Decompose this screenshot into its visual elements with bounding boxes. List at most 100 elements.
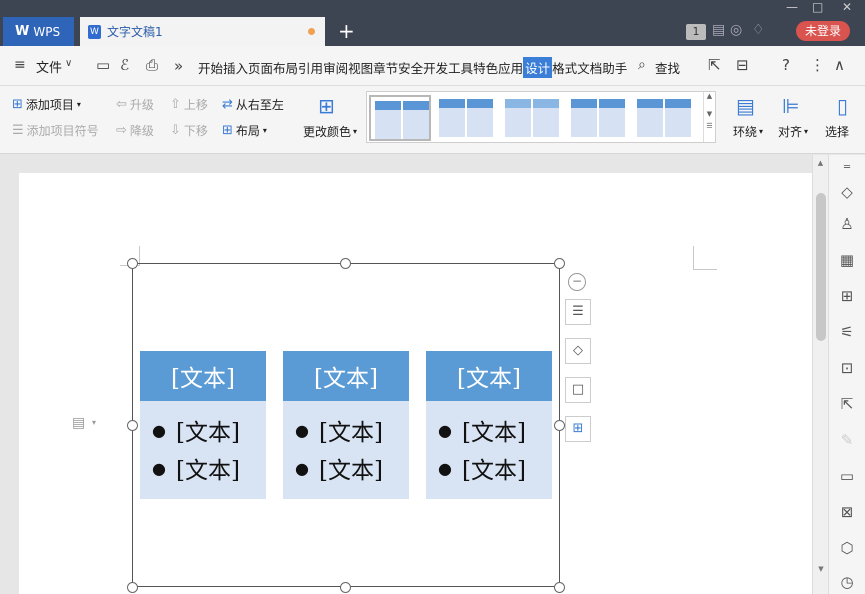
gallery-expand-icon[interactable]: ☰ bbox=[704, 122, 715, 130]
minimize-icon[interactable]: — bbox=[786, 0, 798, 14]
smartart-column[interactable]: [文本] ● [文本] ● [文本] bbox=[426, 351, 552, 499]
list-item[interactable]: ● [文本] bbox=[438, 449, 552, 487]
menu-item-features[interactable]: 特色应用 bbox=[473, 58, 523, 78]
close-icon[interactable]: ✕ bbox=[842, 0, 852, 14]
right-to-left-button[interactable]: ⇄ 从右至左 bbox=[222, 96, 284, 113]
more-chevron-icon[interactable]: » bbox=[174, 57, 183, 75]
resize-handle-sw[interactable] bbox=[127, 582, 138, 593]
style-thumb-2[interactable] bbox=[435, 95, 497, 141]
archive-icon[interactable]: ▭ bbox=[838, 467, 856, 485]
smartart-header[interactable]: [文本] bbox=[426, 351, 552, 401]
resize-handle-ne[interactable] bbox=[554, 258, 565, 269]
gallery-scrollbar[interactable]: ▲ ▼ ☰ bbox=[703, 92, 715, 142]
new-tab-button[interactable]: + bbox=[338, 20, 355, 42]
menu-item-doc-assistant[interactable]: 文档助手 bbox=[577, 58, 627, 78]
style-thumb-1[interactable] bbox=[369, 95, 431, 141]
list-item[interactable]: ● [文本] bbox=[295, 449, 409, 487]
list-icon[interactable]: ▤ bbox=[712, 22, 725, 38]
menu-item-chapter[interactable]: 章节 bbox=[373, 58, 398, 78]
menu-item-references[interactable]: 引用 bbox=[298, 58, 323, 78]
change-color-button[interactable]: 更改颜色 ▾ bbox=[303, 123, 357, 140]
style-thumb-5[interactable] bbox=[633, 95, 695, 141]
resize-handle-n[interactable] bbox=[340, 258, 351, 269]
shape-outline-icon[interactable]: □ bbox=[565, 377, 591, 403]
smartart-header[interactable]: [文本] bbox=[140, 351, 266, 401]
smartart-column[interactable]: [文本] ● [文本] ● [文本] bbox=[283, 351, 409, 499]
shield-icon[interactable]: ⬡ bbox=[838, 539, 856, 557]
smartart-layout-icon[interactable]: ⊞ bbox=[565, 416, 591, 442]
comment-icon[interactable]: ⊟ bbox=[736, 56, 749, 74]
tshirt-icon[interactable]: ♢ bbox=[752, 22, 765, 38]
search-icon[interactable]: ⌕ bbox=[638, 57, 646, 73]
image-library-icon[interactable]: ⊡ bbox=[838, 359, 856, 377]
scroll-down-icon[interactable]: ▼ bbox=[813, 565, 829, 573]
scroll-thumb[interactable] bbox=[816, 193, 826, 341]
select-button[interactable]: 选择 bbox=[825, 123, 849, 140]
maximize-icon[interactable]: □ bbox=[812, 0, 823, 14]
settings-sliders-icon[interactable]: ⚟ bbox=[838, 323, 856, 341]
picture-icon[interactable]: ⊠ bbox=[838, 503, 856, 521]
share-icon[interactable]: ⇱ bbox=[708, 56, 721, 74]
login-button[interactable]: 未登录 bbox=[796, 21, 850, 41]
menu-item-security[interactable]: 安全 bbox=[398, 58, 423, 78]
print-icon[interactable]: ⎙ bbox=[146, 56, 158, 74]
smartart-body[interactable]: ● [文本] ● [文本] bbox=[283, 401, 409, 499]
list-item[interactable]: ● [文本] bbox=[438, 411, 552, 449]
change-color-icon[interactable]: ⊞ bbox=[318, 94, 335, 118]
smartart-body[interactable]: ● [文本] ● [文本] bbox=[140, 401, 266, 499]
more-icon[interactable]: ⋮ bbox=[810, 56, 825, 74]
skin-icon[interactable]: ◎ bbox=[730, 22, 742, 38]
add-item-button[interactable]: ⊞ 添加项目 ▾ bbox=[12, 96, 81, 113]
export-icon[interactable]: ⇱ bbox=[838, 395, 856, 413]
find-button[interactable]: 查找 bbox=[655, 58, 680, 77]
resize-handle-se[interactable] bbox=[554, 582, 565, 593]
history-icon[interactable]: ◷ bbox=[838, 573, 856, 591]
page-counter-badge[interactable]: 1 bbox=[686, 24, 706, 40]
file-menu[interactable]: 文件 bbox=[36, 57, 62, 76]
gallery-scroll-down-icon[interactable]: ▼ bbox=[704, 110, 715, 118]
list-item[interactable]: ● [文本] bbox=[295, 411, 409, 449]
resize-handle-nw[interactable] bbox=[127, 258, 138, 269]
scroll-up-icon[interactable]: ▲ bbox=[813, 159, 828, 167]
plugin-icon[interactable]: ✎ bbox=[838, 431, 856, 449]
wrap-button[interactable]: 环绕 ▾ bbox=[733, 123, 763, 140]
menu-item-page-layout[interactable]: 页面布局 bbox=[248, 58, 298, 78]
resize-handle-e[interactable] bbox=[554, 420, 565, 431]
shape-fill-icon[interactable]: ◇ bbox=[565, 338, 591, 364]
styles-icon[interactable]: ♙ bbox=[838, 215, 856, 233]
document-tab[interactable]: W 文字文稿1 bbox=[80, 17, 325, 46]
save-icon[interactable]: ▭ bbox=[96, 56, 110, 74]
collapse-ribbon-icon[interactable]: ∧ bbox=[834, 56, 845, 74]
vertical-scrollbar[interactable]: ▲ ▼ bbox=[812, 155, 828, 594]
resize-handle-s[interactable] bbox=[340, 582, 351, 593]
menu-item-insert[interactable]: 插入 bbox=[223, 58, 248, 78]
menu-item-developer[interactable]: 开发工具 bbox=[423, 58, 473, 78]
smartart-column[interactable]: [文本] ● [文本] ● [文本] bbox=[140, 351, 266, 499]
chevron-down-icon[interactable]: ▾ bbox=[92, 418, 96, 427]
format-painter-icon[interactable]: ℰ bbox=[120, 56, 129, 74]
menu-item-start[interactable]: 开始 bbox=[198, 58, 223, 78]
drag-handle-icon[interactable]: ═ bbox=[838, 159, 856, 177]
shape-icon[interactable]: ◇ bbox=[838, 183, 856, 201]
hamburger-icon[interactable]: ≡ bbox=[14, 57, 26, 73]
add-bullet-button[interactable]: ☰ 添加项目符号 bbox=[12, 122, 99, 139]
list-item[interactable]: ● [文本] bbox=[152, 449, 266, 487]
promote-button[interactable]: ⇦ 升级 bbox=[116, 96, 154, 113]
style-thumb-4[interactable] bbox=[567, 95, 629, 141]
grid-icon[interactable]: ⊞ bbox=[838, 287, 856, 305]
smartart-body[interactable]: ● [文本] ● [文本] bbox=[426, 401, 552, 499]
wps-home-tab[interactable]: W WPS bbox=[3, 17, 74, 46]
list-item[interactable]: ● [文本] bbox=[152, 411, 266, 449]
help-icon[interactable]: ? bbox=[782, 56, 790, 74]
demote-button[interactable]: ⇨ 降级 bbox=[116, 122, 154, 139]
wrap-icon[interactable]: ▤ bbox=[736, 94, 755, 118]
move-up-button[interactable]: ⇧ 上移 bbox=[170, 96, 208, 113]
text-pane-icon[interactable]: ☰ bbox=[565, 299, 591, 325]
gallery-scroll-up-icon[interactable]: ▲ bbox=[704, 92, 715, 100]
paragraph-icon[interactable]: ▤ bbox=[72, 415, 85, 431]
menu-item-review[interactable]: 审阅 bbox=[323, 58, 348, 78]
resize-handle-w[interactable] bbox=[127, 420, 138, 431]
smartart-header[interactable]: [文本] bbox=[283, 351, 409, 401]
collapse-icon[interactable]: − bbox=[568, 273, 586, 291]
style-thumb-3[interactable] bbox=[501, 95, 563, 141]
